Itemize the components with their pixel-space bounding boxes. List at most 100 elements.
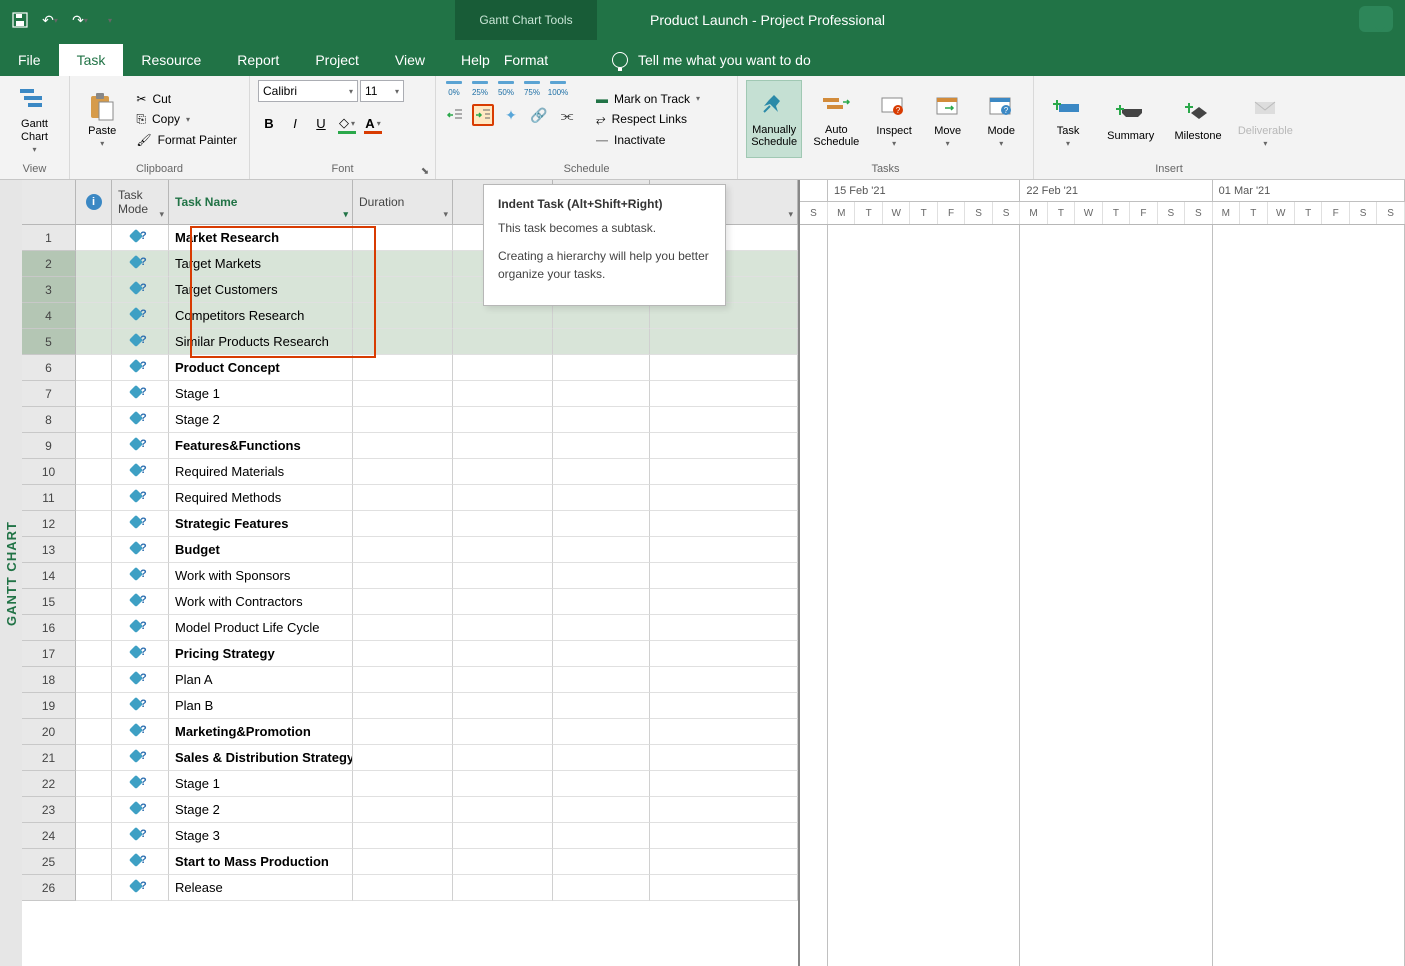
table-row[interactable]: 21?Sales & Distribution Strategy	[22, 745, 798, 771]
cell[interactable]	[453, 589, 553, 615]
row-number[interactable]: 1	[22, 225, 76, 251]
task-name-cell[interactable]: Plan B	[169, 693, 353, 719]
predecessors-cell[interactable]	[650, 589, 798, 615]
cell[interactable]	[553, 875, 650, 901]
cell[interactable]	[553, 641, 650, 667]
tab-file[interactable]: File	[0, 44, 59, 76]
cell[interactable]	[553, 381, 650, 407]
table-row[interactable]: 8?Stage 2	[22, 407, 798, 433]
task-name-cell[interactable]: Product Concept	[169, 355, 353, 381]
manually-schedule-button[interactable]: Manually Schedule	[746, 80, 802, 158]
task-name-cell[interactable]: Model Product Life Cycle	[169, 615, 353, 641]
task-name-cell[interactable]: Pricing Strategy	[169, 641, 353, 667]
info-cell[interactable]	[76, 719, 112, 745]
info-cell[interactable]	[76, 303, 112, 329]
cell[interactable]	[553, 589, 650, 615]
cell[interactable]	[553, 719, 650, 745]
task-name-cell[interactable]: Release	[169, 875, 353, 901]
row-number[interactable]: 23	[22, 797, 76, 823]
insert-milestone-button[interactable]: Milestone	[1167, 80, 1228, 158]
cell[interactable]	[453, 667, 553, 693]
cut-button[interactable]: ✂Cut	[132, 90, 241, 108]
italic-button[interactable]: I	[284, 112, 306, 134]
row-number[interactable]: 25	[22, 849, 76, 875]
duration-cell[interactable]	[353, 563, 453, 589]
task-mode-cell[interactable]: ?	[112, 433, 169, 459]
move-button[interactable]: Move▾	[924, 80, 972, 158]
task-mode-cell[interactable]: ?	[112, 693, 169, 719]
table-row[interactable]: 24?Stage 3	[22, 823, 798, 849]
redo-icon[interactable]: ↷▾	[68, 8, 92, 32]
tab-task[interactable]: Task	[59, 44, 124, 76]
duration-cell[interactable]	[353, 771, 453, 797]
table-row[interactable]: 15?Work with Contractors	[22, 589, 798, 615]
predecessors-cell[interactable]	[650, 433, 798, 459]
duration-cell[interactable]	[353, 797, 453, 823]
task-name-cell[interactable]: Required Materials	[169, 459, 353, 485]
auto-schedule-button[interactable]: Auto Schedule	[808, 80, 864, 158]
task-mode-cell[interactable]: ?	[112, 381, 169, 407]
predecessors-cell[interactable]	[650, 615, 798, 641]
task-mode-cell[interactable]: ?	[112, 251, 169, 277]
task-mode-cell[interactable]: ?	[112, 407, 169, 433]
duration-cell[interactable]	[353, 823, 453, 849]
cell[interactable]	[553, 537, 650, 563]
table-row[interactable]: 13?Budget	[22, 537, 798, 563]
task-name-cell[interactable]: Work with Contractors	[169, 589, 353, 615]
row-number[interactable]: 13	[22, 537, 76, 563]
task-mode-cell[interactable]: ?	[112, 849, 169, 875]
info-cell[interactable]	[76, 407, 112, 433]
info-cell[interactable]	[76, 641, 112, 667]
table-row[interactable]: 5?Similar Products Research	[22, 329, 798, 355]
row-number[interactable]: 4	[22, 303, 76, 329]
row-number[interactable]: 26	[22, 875, 76, 901]
row-number[interactable]: 15	[22, 589, 76, 615]
duration-cell[interactable]	[353, 225, 453, 251]
tab-view[interactable]: View	[377, 44, 443, 76]
cell[interactable]	[553, 303, 650, 329]
predecessors-cell[interactable]	[650, 303, 798, 329]
predecessors-cell[interactable]	[650, 459, 798, 485]
duration-cell[interactable]	[353, 693, 453, 719]
col-info[interactable]: i	[76, 180, 112, 225]
table-row[interactable]: 20?Marketing&Promotion	[22, 719, 798, 745]
qat-customize-icon[interactable]: ▾	[98, 8, 122, 32]
duration-cell[interactable]	[353, 719, 453, 745]
task-mode-cell[interactable]: ?	[112, 459, 169, 485]
cell[interactable]	[553, 797, 650, 823]
cell[interactable]	[453, 303, 553, 329]
task-name-cell[interactable]: Plan A	[169, 667, 353, 693]
task-name-cell[interactable]: Target Customers	[169, 277, 353, 303]
task-name-cell[interactable]: Required Methods	[169, 485, 353, 511]
predecessors-cell[interactable]	[650, 641, 798, 667]
task-name-cell[interactable]: Stage 2	[169, 797, 353, 823]
inactivate-button[interactable]: —Inactivate	[592, 131, 704, 149]
font-name-select[interactable]: Calibri▾	[258, 80, 358, 102]
table-row[interactable]: 23?Stage 2	[22, 797, 798, 823]
row-number[interactable]: 17	[22, 641, 76, 667]
tab-report[interactable]: Report	[219, 44, 297, 76]
duration-cell[interactable]	[353, 511, 453, 537]
task-name-cell[interactable]: Budget	[169, 537, 353, 563]
predecessors-cell[interactable]	[650, 537, 798, 563]
row-number[interactable]: 9	[22, 433, 76, 459]
task-name-cell[interactable]: Stage 1	[169, 381, 353, 407]
cell[interactable]	[553, 407, 650, 433]
row-number[interactable]: 18	[22, 667, 76, 693]
cell[interactable]	[453, 797, 553, 823]
task-mode-cell[interactable]: ?	[112, 277, 169, 303]
task-mode-cell[interactable]: ?	[112, 797, 169, 823]
row-number[interactable]: 11	[22, 485, 76, 511]
info-cell[interactable]	[76, 355, 112, 381]
outdent-button[interactable]	[444, 104, 466, 126]
cell[interactable]	[453, 641, 553, 667]
duration-cell[interactable]	[353, 589, 453, 615]
predecessors-cell[interactable]	[650, 407, 798, 433]
gantt-timeline[interactable]: 15 Feb '2122 Feb '2101 Mar '21 SMTWTFSSM…	[798, 180, 1405, 966]
row-number[interactable]: 8	[22, 407, 76, 433]
info-cell[interactable]	[76, 329, 112, 355]
duration-cell[interactable]	[353, 407, 453, 433]
cell[interactable]	[453, 407, 553, 433]
row-number[interactable]: 19	[22, 693, 76, 719]
table-row[interactable]: 7?Stage 1	[22, 381, 798, 407]
